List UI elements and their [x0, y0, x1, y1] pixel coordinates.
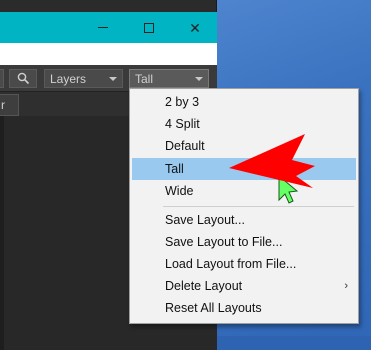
- menu-item-label: Save Layout to File...: [165, 235, 283, 249]
- menu-item-label: 4 Split: [165, 117, 200, 131]
- panel-tab[interactable]: r: [0, 94, 19, 116]
- minimize-button[interactable]: [80, 12, 126, 43]
- layers-dropdown-label: Layers: [50, 71, 87, 86]
- close-icon: ✕: [189, 19, 201, 36]
- layout-dropdown[interactable]: Tall: [129, 69, 209, 88]
- menu-item-tall[interactable]: Tall: [132, 158, 356, 180]
- menu-item-label: Save Layout...: [165, 213, 245, 227]
- chevron-down-icon: [109, 77, 117, 81]
- search-icon: [17, 72, 29, 85]
- menu-item-label: Load Layout from File...: [165, 257, 297, 271]
- layers-dropdown[interactable]: Layers: [44, 69, 123, 88]
- menu-item-label: Delete Layout: [165, 279, 243, 293]
- close-button[interactable]: ✕: [172, 12, 218, 43]
- menu-separator: [163, 206, 354, 207]
- menu-bar: [0, 43, 217, 65]
- menu-item-default[interactable]: Default: [132, 135, 356, 157]
- layout-dropdown-label: Tall: [135, 71, 154, 86]
- search-button[interactable]: [9, 69, 37, 88]
- menu-item-2-by-3[interactable]: 2 by 3: [132, 91, 356, 113]
- menu-item-save-layout[interactable]: Save Layout...: [132, 209, 356, 231]
- chevron-down-icon: [195, 77, 203, 81]
- toolbar-partial-button[interactable]: [0, 69, 4, 88]
- menu-item-label: Reset All Layouts: [165, 301, 262, 315]
- maximize-button[interactable]: [126, 12, 172, 43]
- chevron-right-icon: ›: [344, 280, 348, 292]
- panel-edge: [0, 116, 4, 350]
- menu-item-wide[interactable]: Wide: [132, 180, 356, 202]
- menu-item-4-split[interactable]: 4 Split: [132, 113, 356, 135]
- maximize-icon: [144, 22, 154, 33]
- menu-item-save-layout-to-file[interactable]: Save Layout to File...: [132, 231, 356, 253]
- menu-item-load-layout-from-file[interactable]: Load Layout from File...: [132, 253, 356, 275]
- menu-item-label: Default: [165, 139, 205, 153]
- layout-menu: 2 by 3 4 Split Default Tall Wide Save La…: [129, 88, 359, 324]
- menu-item-label: Wide: [165, 184, 194, 198]
- menu-item-label: 2 by 3: [165, 95, 200, 109]
- menu-item-reset-all-layouts[interactable]: Reset All Layouts: [132, 297, 356, 319]
- menu-item-label: Tall: [165, 162, 184, 176]
- minimize-icon: [98, 27, 108, 28]
- title-bar: ✕: [0, 12, 217, 43]
- menu-item-delete-layout[interactable]: Delete Layout ›: [132, 275, 356, 297]
